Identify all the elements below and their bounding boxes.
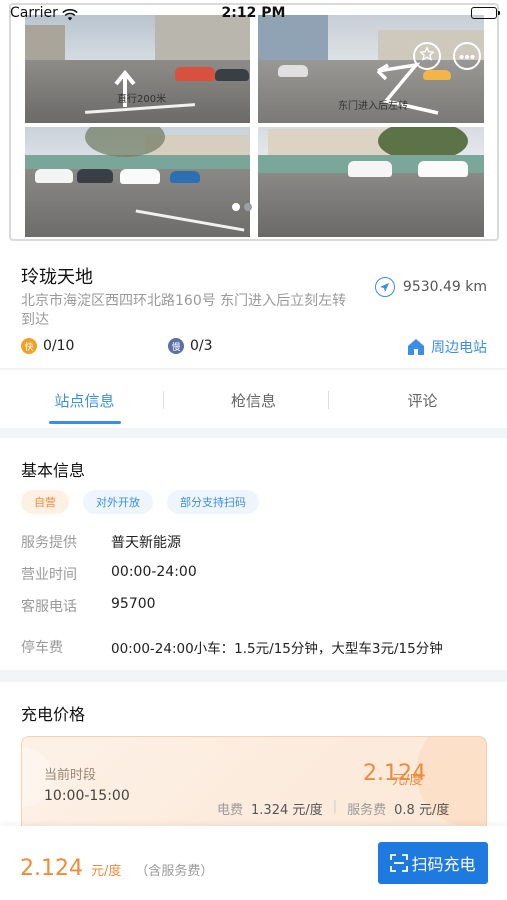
basic-info-title: 基本信息 [21, 461, 86, 480]
period-label: 当前时段 [44, 768, 97, 783]
info-row-phone: 客服电话 95700 [21, 596, 156, 616]
carousel-dots[interactable] [232, 196, 256, 215]
price-title: 充电价格 [21, 705, 86, 724]
price-card: 当前时段 10:00-15:00 2.124 元/度 电费 1.324 元/度 … [21, 736, 487, 836]
slow-badge-icon: 慢 [168, 338, 184, 354]
tag-public: 对外开放 [83, 490, 153, 514]
photo-header: 直行200米 东门进入后左转 [0, 0, 507, 243]
distance-button[interactable]: 9530.49 km [374, 277, 487, 297]
status-bar: Carrier 2:12 PM [0, 0, 507, 26]
service-value: 0.8 元/度 [394, 803, 450, 818]
info-key: 服务提供 [21, 535, 77, 551]
photo-carousel[interactable]: 直行200米 东门进入后左转 [9, 3, 499, 241]
scan-charge-label: 扫码充电 [411, 855, 476, 874]
fast-count: 0/10 [43, 338, 75, 354]
photo-caption-2: 东门进入后左转 [338, 101, 408, 112]
info-key: 客服电话 [21, 599, 77, 615]
basic-info-section: 基本信息 自营 对外开放 部分支持扫码 服务提供 普天新能源 营业时间 00:0… [0, 438, 507, 670]
station-name: 玲珑天地 [21, 267, 93, 288]
service-label: 服务费 [347, 803, 387, 818]
carousel-dot-active[interactable] [232, 203, 240, 211]
photo-caption-1: 直行200米 [117, 94, 167, 105]
bottom-price: 2.124 元/度 （含服务费） [20, 856, 213, 881]
price-section: 充电价格 当前时段 10:00-15:00 2.124 元/度 电费 1.324… [0, 682, 507, 836]
slow-charger-count: 慢 0/3 [168, 338, 213, 354]
tag-scan-support: 部分支持扫码 [167, 490, 259, 514]
station-photo-3 [25, 127, 250, 237]
info-value: 00:00-24:00 [111, 564, 197, 580]
bottom-price-note: （含服务费） [135, 864, 214, 879]
info-row-provider: 服务提供 普天新能源 [21, 532, 181, 552]
more-icon [459, 48, 475, 64]
info-row-parking: 停车费 00:00-24:00小车：1.5元/15分钟，大型车3元/15分钟 [21, 637, 443, 657]
bottom-price-value: 2.124 [20, 856, 83, 881]
tag-list: 自营 对外开放 部分支持扫码 [21, 490, 273, 514]
tab-bar: 站点信息 枪信息 评论 [0, 370, 507, 428]
carousel-dot[interactable] [244, 203, 252, 211]
favorite-button[interactable] [413, 42, 441, 70]
station-info: 玲珑天地 北京市海淀区西四环北路160号 东门进入后立刻左转到达 9530.49… [0, 243, 507, 368]
station-address: 北京市海淀区西四环北路160号 东门进入后立刻左转到达 [21, 293, 347, 328]
info-value: 普天新能源 [111, 535, 181, 551]
total-unit: 元/度 [392, 773, 423, 788]
slow-count: 0/3 [190, 338, 213, 354]
status-time: 2:12 PM [221, 5, 286, 21]
station-photo-1: 直行200米 [25, 15, 250, 123]
tab-divider [328, 391, 329, 409]
tab-station-info[interactable]: 站点信息 [0, 370, 169, 428]
period-value: 10:00-15:00 [44, 788, 130, 804]
fast-badge-icon: 快 [21, 338, 37, 354]
tab-divider [163, 391, 164, 409]
more-button[interactable] [453, 42, 481, 70]
info-value: 00:00-24:00小车：1.5元/15分钟，大型车3元/15分钟 [111, 641, 443, 657]
station-photo-4 [258, 127, 484, 237]
battery-icon [471, 7, 500, 19]
price-separator: | [332, 799, 338, 814]
tab-comments[interactable]: 评论 [338, 370, 507, 428]
scan-icon [390, 854, 409, 872]
info-value[interactable]: 95700 [111, 596, 156, 616]
tab-gun-info[interactable]: 枪信息 [169, 370, 338, 428]
nearby-label: 周边电站 [431, 340, 487, 356]
tag-self-operated: 自营 [21, 490, 69, 514]
elec-value: 1.324 元/度 [251, 803, 323, 818]
navigation-icon [374, 277, 395, 297]
star-icon [419, 46, 435, 66]
info-row-hours: 营业时间 00:00-24:00 [21, 564, 197, 584]
station-photo-2: 东门进入后左转 [258, 15, 484, 123]
bottom-price-unit: 元/度 [90, 864, 122, 879]
scan-charge-button[interactable]: 扫码充电 [378, 842, 488, 884]
price-breakdown: 电费 1.324 元/度 | 服务费 0.8 元/度 [217, 799, 449, 818]
bottom-bar: 2.124 元/度 （含服务费） 扫码充电 [0, 826, 507, 900]
elec-label: 电费 [217, 803, 244, 818]
info-key: 营业时间 [21, 567, 77, 583]
nearby-stations-button[interactable]: 周边电站 [407, 337, 487, 357]
info-key: 停车费 [21, 640, 63, 656]
distance-value: 9530.49 km [402, 279, 487, 295]
fast-charger-count: 快 0/10 [21, 338, 74, 354]
house-icon [407, 338, 425, 356]
